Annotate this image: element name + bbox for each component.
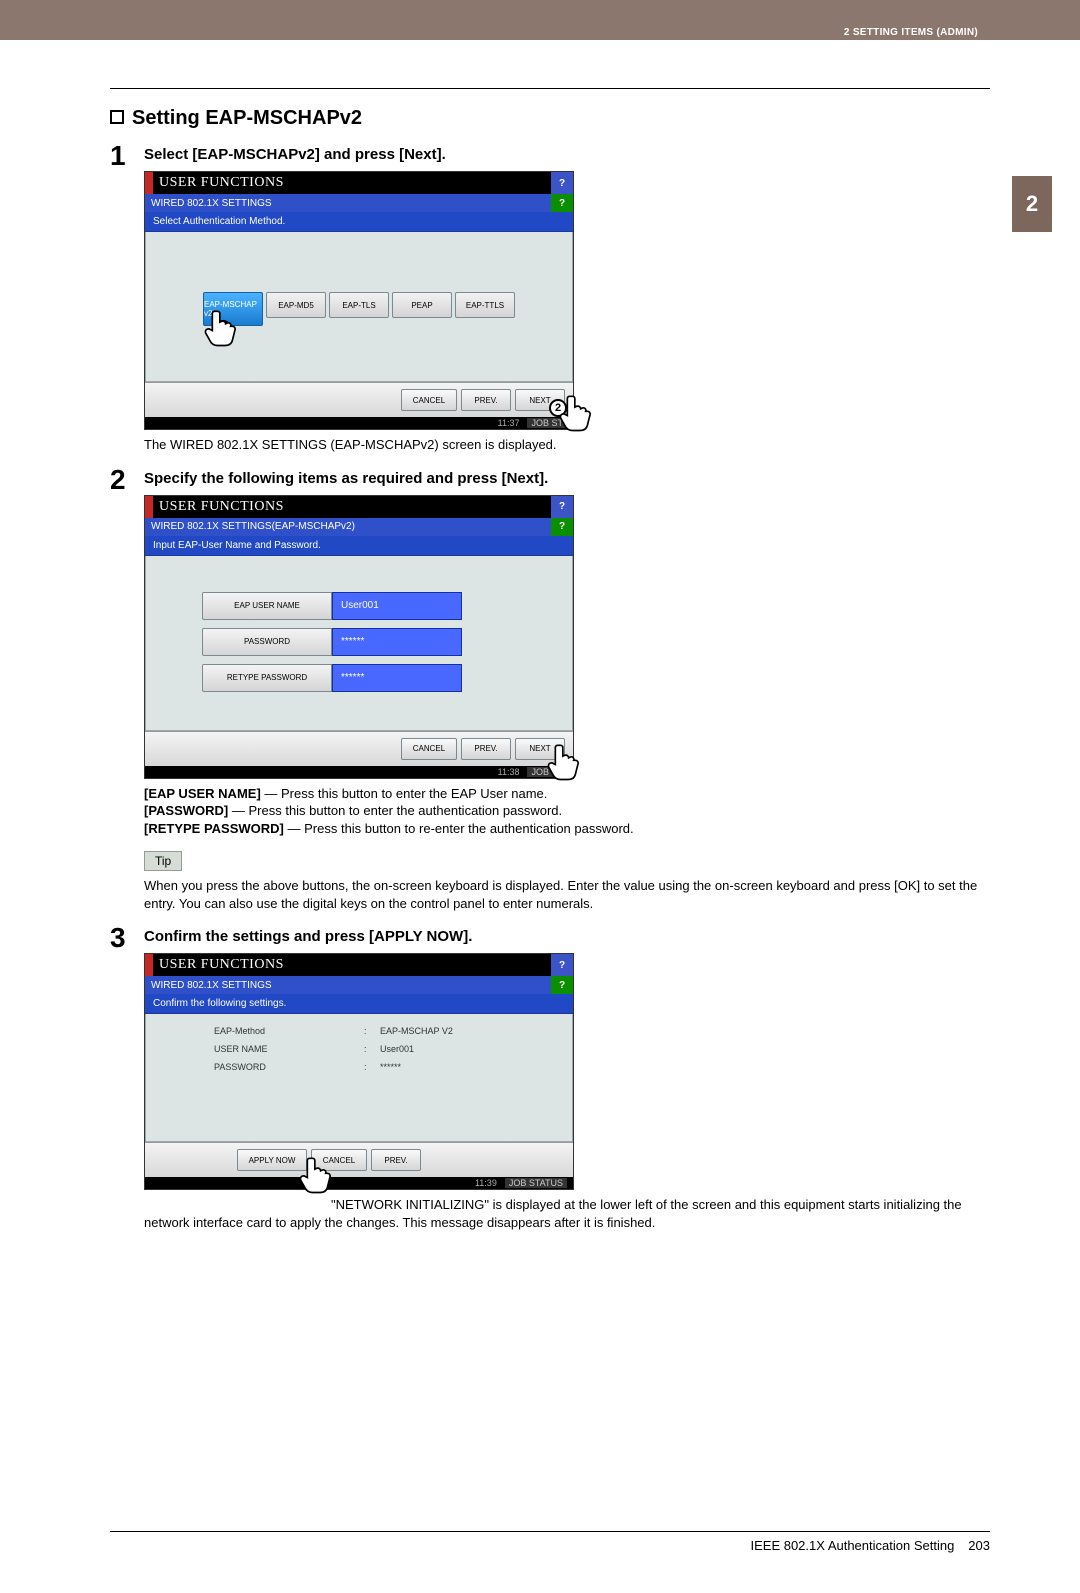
cancel-button[interactable]: CANCEL (401, 738, 457, 760)
screen-subtitle: WIRED 802.1X SETTINGS (145, 976, 551, 994)
help2-icon[interactable]: ? (551, 194, 573, 212)
apply-now-button[interactable]: APPLY NOW (237, 1149, 307, 1171)
job-status[interactable]: JOB STATUS (505, 1178, 567, 1188)
brand-bar (145, 172, 153, 194)
prev-button[interactable]: PREV. (461, 738, 511, 760)
eap-username-value[interactable]: User001 (332, 592, 462, 620)
callout-2: 2 (549, 399, 567, 417)
prev-button[interactable]: PREV. (371, 1149, 421, 1171)
password-value[interactable]: ****** (332, 628, 462, 656)
screen-subtitle: WIRED 802.1X SETTINGS(EAP-MSCHAPv2) (145, 518, 551, 536)
clock-text: 11:37 (498, 418, 520, 428)
screen-hint: Confirm the following settings. (145, 994, 573, 1014)
page-content: Setting EAP-MSCHAPv2 1 Select [EAP-MSCHA… (0, 88, 1080, 1593)
conf-value: EAP-MSCHAP V2 (380, 1026, 453, 1036)
screen-hint: Input EAP-User Name and Password. (145, 536, 573, 556)
step-number: 2 (110, 464, 144, 913)
screen-title: USER FUNCTIONS (153, 954, 551, 976)
step-3: 3 Confirm the settings and press [APPLY … (110, 922, 990, 1231)
screen-title: USER FUNCTIONS (153, 496, 551, 518)
brand-bar (145, 954, 153, 976)
conf-label: USER NAME (214, 1044, 364, 1054)
step-1-desc: The WIRED 802.1X SETTINGS (EAP-MSCHAPv2)… (144, 436, 990, 454)
checkbox-icon (110, 110, 124, 124)
next-button[interactable]: NEXT (515, 738, 565, 760)
eap-mschapv2-button[interactable]: EAP-MSCHAP v2 (203, 292, 263, 326)
retype-password-button[interactable]: RETYPE PASSWORD (202, 664, 332, 692)
step-3-head: Confirm the settings and press [APPLY NO… (144, 928, 990, 945)
job-status[interactable]: JOB ST (527, 767, 567, 777)
callout-1: 1 (214, 320, 232, 338)
help-icon[interactable]: ? (551, 172, 573, 194)
help2-icon[interactable]: ? (551, 976, 573, 994)
rule-top (110, 88, 990, 89)
step-number: 3 (110, 922, 144, 1231)
step-1: 1 Select [EAP-MSCHAPv2] and press [Next]… (110, 140, 990, 454)
tip-label: Tip (144, 851, 182, 871)
clock-text: 11:38 (498, 767, 520, 777)
screenshot-3: USER FUNCTIONS ? WIRED 802.1X SETTINGS ?… (144, 953, 574, 1190)
retype-password-value[interactable]: ****** (332, 664, 462, 692)
tip-text: When you press the above buttons, the on… (144, 877, 990, 912)
step-2: 2 Specify the following items as require… (110, 464, 990, 913)
eap-tls-button[interactable]: EAP-TLS (329, 292, 389, 318)
section-heading: Setting EAP-MSCHAPv2 (110, 107, 990, 130)
conf-label: EAP-Method (214, 1026, 364, 1036)
footer-section: IEEE 802.1X Authentication Setting (750, 1538, 954, 1553)
section-heading-text: Setting EAP-MSCHAPv2 (132, 107, 362, 129)
brand-bar (145, 496, 153, 518)
step-3-desc: "NETWORK INITIALIZING" is displayed at t… (144, 1196, 990, 1231)
eap-username-button[interactable]: EAP USER NAME (202, 592, 332, 620)
screenshot-2: USER FUNCTIONS ? WIRED 802.1X SETTINGS(E… (144, 495, 574, 779)
conf-value: User001 (380, 1044, 414, 1054)
screenshot-1: USER FUNCTIONS ? WIRED 802.1X SETTINGS ?… (144, 171, 574, 430)
header-strip: 2 SETTING ITEMS (ADMIN) (0, 0, 1080, 40)
peap-button[interactable]: PEAP (392, 292, 452, 318)
help2-icon[interactable]: ? (551, 518, 573, 536)
header-breadcrumb: 2 SETTING ITEMS (ADMIN) (844, 27, 978, 38)
eap-ttls-button[interactable]: EAP-TTLS (455, 292, 515, 318)
prev-button[interactable]: PREV. (461, 389, 511, 411)
eap-md5-button[interactable]: EAP-MD5 (266, 292, 326, 318)
help-icon[interactable]: ? (551, 954, 573, 976)
cancel-button[interactable]: CANCEL (401, 389, 457, 411)
screen-subtitle: WIRED 802.1X SETTINGS (145, 194, 551, 212)
job-status[interactable]: JOB ST (527, 418, 567, 428)
step-1-head: Select [EAP-MSCHAPv2] and press [Next]. (144, 146, 990, 163)
clock-text: 11:39 (475, 1178, 497, 1188)
cancel-button[interactable]: CANCEL (311, 1149, 367, 1171)
screen-title: USER FUNCTIONS (153, 172, 551, 194)
footer-page: 203 (968, 1538, 990, 1553)
screen-hint: Select Authentication Method. (145, 212, 573, 232)
rule-bottom (110, 1531, 990, 1532)
conf-label: PASSWORD (214, 1062, 364, 1072)
password-button[interactable]: PASSWORD (202, 628, 332, 656)
field-descriptions: [EAP USER NAME] — Press this button to e… (144, 785, 990, 838)
help-icon[interactable]: ? (551, 496, 573, 518)
step-2-head: Specify the following items as required … (144, 470, 990, 487)
conf-value: ****** (380, 1062, 401, 1072)
step-number: 1 (110, 140, 144, 454)
page-footer: IEEE 802.1X Authentication Setting 203 (110, 1538, 990, 1553)
